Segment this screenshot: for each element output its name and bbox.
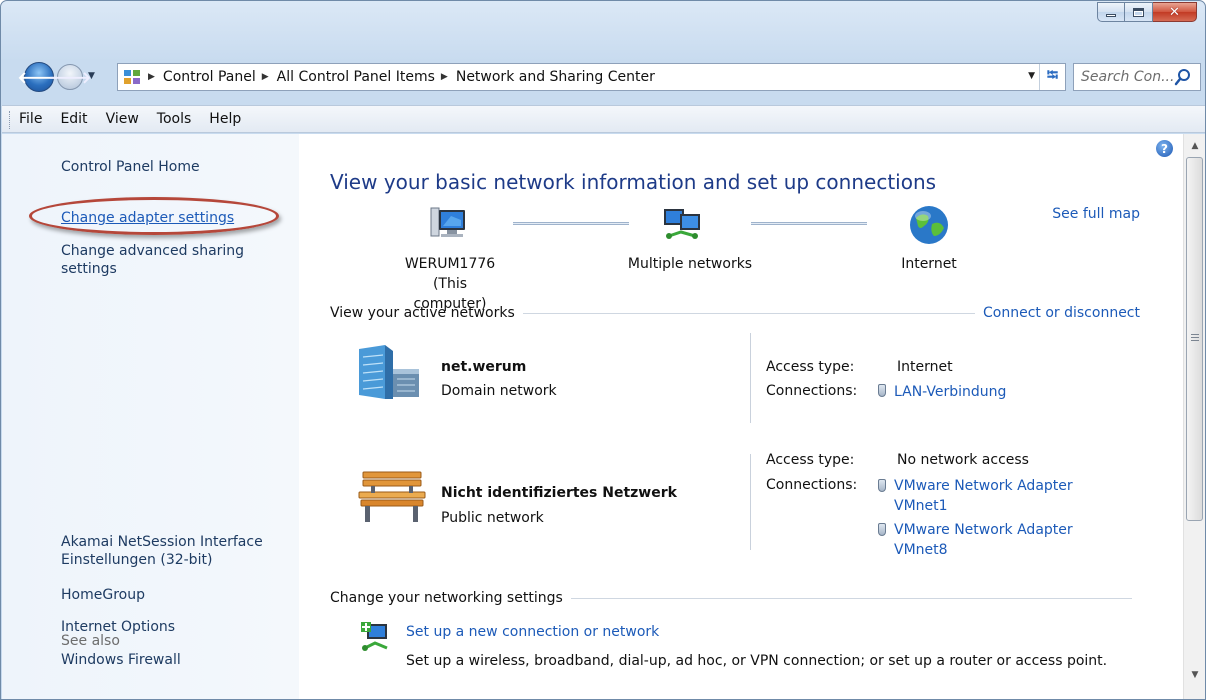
explorer-window: ✕ 🡐 🡒 ▼ ▶ Control Panel ▶ All Control Pa… — [0, 0, 1206, 700]
network-name: net.werum — [441, 359, 527, 375]
active-networks-heading: View your active networks — [330, 305, 515, 321]
forward-button[interactable]: 🡒 — [49, 64, 91, 90]
network-category-link[interactable]: Domain network — [441, 383, 557, 399]
navigation-bar: 🡐 🡒 ▼ ▶ Control Panel ▶ All Control Pane… — [18, 60, 1201, 94]
address-bar[interactable]: ▶ Control Panel ▶ All Control Panel Item… — [117, 63, 1066, 91]
access-type-label: Access type: — [766, 452, 855, 468]
connection-name[interactable]: VMware Network Adapter VMnet8 — [894, 520, 1092, 560]
change-advanced-sharing-link[interactable]: Change advanced sharing settings — [61, 242, 271, 278]
close-button[interactable]: ✕ — [1153, 2, 1197, 22]
ethernet-plug-icon — [878, 523, 886, 536]
maximize-icon — [1133, 7, 1144, 17]
setup-new-connection-description: Set up a wireless, broadband, dial-up, a… — [406, 653, 1108, 669]
map-connector-line — [513, 222, 629, 225]
change-settings-header: Change your networking settings — [330, 590, 1140, 606]
divider — [750, 333, 751, 423]
recent-pages-dropdown[interactable]: ▼ — [88, 71, 95, 81]
connection-link[interactable]: VMware Network Adapter VMnet1 — [878, 476, 1106, 516]
menu-tools[interactable]: Tools — [157, 111, 192, 127]
forward-arrow-icon: 🡒 — [48, 68, 92, 87]
scroll-up-arrow-icon[interactable]: ▲ — [1184, 136, 1205, 156]
connection-link[interactable]: LAN-Verbindung — [878, 382, 1006, 402]
navigation-pane: Control Panel Home Change adapter settin… — [2, 134, 299, 699]
divider — [522, 312, 975, 314]
connection-list: VMware Network Adapter VMnet1 VMware Net… — [878, 476, 1106, 560]
scroll-thumb[interactable] — [1186, 157, 1203, 521]
menu-view[interactable]: View — [106, 111, 139, 127]
breadcrumb-all-items[interactable]: All Control Panel Items — [277, 69, 435, 85]
connection-name[interactable]: VMware Network Adapter VMnet1 — [894, 476, 1092, 516]
menu-help[interactable]: Help — [209, 111, 241, 127]
menu-grip — [9, 111, 12, 129]
ethernet-plug-icon — [878, 479, 886, 492]
divider — [750, 454, 751, 550]
caption-buttons: ✕ — [1097, 2, 1197, 22]
change-settings-heading: Change your networking settings — [330, 590, 563, 606]
scroll-down-arrow-icon[interactable]: ▼ — [1184, 665, 1205, 685]
see-full-map-link[interactable]: See full map — [1052, 206, 1140, 222]
control-panel-icon — [122, 68, 142, 86]
minimize-icon — [1106, 13, 1116, 17]
menu-bar: File Edit View Tools Help — [2, 105, 1205, 133]
divider — [570, 597, 1132, 599]
menu-file[interactable]: File — [19, 111, 42, 127]
computer-name: WERUM1776 — [404, 256, 496, 272]
main-content: View your basic network information and … — [299, 134, 1183, 699]
maximize-button[interactable] — [1125, 2, 1153, 22]
breadcrumb-chevron-icon[interactable]: ▶ — [441, 72, 448, 82]
domain-network-icon[interactable] — [355, 345, 421, 405]
ethernet-plug-icon — [878, 384, 886, 397]
scroll-grip — [1191, 334, 1199, 341]
breadcrumb-chevron-icon[interactable]: ▶ — [148, 72, 155, 82]
network-category-link[interactable]: Public network — [441, 510, 544, 526]
breadcrumb-chevron-icon[interactable]: ▶ — [262, 72, 269, 82]
change-adapter-settings-link[interactable]: Change adapter settings — [61, 209, 234, 227]
access-type-value: No network access — [897, 452, 1029, 468]
address-history-dropdown[interactable]: ▼ — [1028, 71, 1035, 81]
network-name: Nicht identifiziertes Netzwerk — [441, 485, 677, 501]
homegroup-link[interactable]: HomeGroup — [61, 586, 145, 604]
computer-icon[interactable] — [427, 206, 467, 250]
active-networks-header: View your active networks Connect or dis… — [330, 305, 1140, 321]
search-input[interactable] — [1074, 69, 1174, 85]
refresh-icon[interactable]: ⭾ — [1039, 64, 1065, 90]
internet-label: Internet — [901, 256, 957, 272]
multiple-networks-icon[interactable] — [661, 206, 703, 250]
new-connection-icon[interactable] — [359, 620, 391, 658]
menu-edit[interactable]: Edit — [60, 111, 87, 127]
internet-globe-icon[interactable] — [908, 204, 950, 250]
connections-label: Connections: — [766, 383, 858, 399]
control-panel-home-link[interactable]: Control Panel Home — [61, 158, 200, 176]
search-icon[interactable] — [1174, 68, 1192, 86]
public-network-bench-icon[interactable] — [357, 470, 427, 528]
connection-link[interactable]: VMware Network Adapter VMnet8 — [878, 520, 1106, 560]
multiple-networks-label: Multiple networks — [627, 256, 753, 272]
minimize-button[interactable] — [1097, 2, 1125, 22]
search-box[interactable] — [1073, 63, 1201, 91]
access-type-label: Access type: — [766, 359, 855, 375]
breadcrumb-control-panel[interactable]: Control Panel — [163, 69, 256, 85]
breadcrumb-network-sharing[interactable]: Network and Sharing Center — [456, 69, 655, 85]
close-icon: ✕ — [1169, 4, 1180, 20]
windows-firewall-link[interactable]: Windows Firewall — [61, 651, 181, 669]
akamai-netsession-link[interactable]: Akamai NetSession Interface Einstellunge… — [61, 533, 281, 569]
setup-new-connection-link[interactable]: Set up a new connection or network — [406, 624, 659, 640]
internet-options-link[interactable]: Internet Options — [61, 618, 175, 636]
access-type-value: Internet — [897, 359, 953, 375]
connections-label: Connections: — [766, 477, 858, 493]
connection-name[interactable]: LAN-Verbindung — [894, 384, 1006, 400]
page-title: View your basic network information and … — [330, 170, 937, 194]
map-connector-line — [751, 222, 867, 225]
help-icon[interactable]: ? — [1156, 140, 1173, 157]
vertical-scrollbar[interactable]: ▲ ▼ — [1183, 134, 1205, 699]
connect-or-disconnect-link[interactable]: Connect or disconnect — [983, 305, 1140, 321]
